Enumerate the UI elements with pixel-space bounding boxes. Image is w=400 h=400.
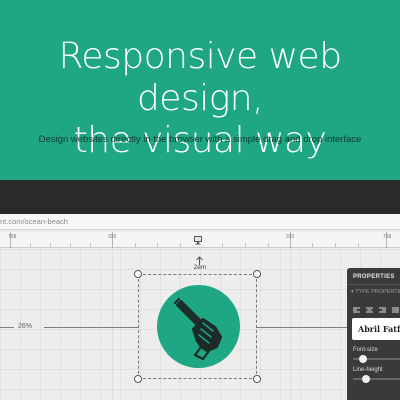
ruler-label: 320 [286, 234, 295, 240]
hero-banner: Responsive web design, the visual way De… [0, 0, 400, 180]
width-guide-right [257, 327, 347, 328]
resize-handle-bottom-right[interactable] [253, 375, 261, 383]
hero-title-line-1: Responsive web design, [58, 36, 342, 119]
address-url: nt.com/ocean-beach [0, 217, 68, 226]
line-height-slider-knob[interactable] [362, 375, 371, 383]
line-height-label: Line-height [353, 367, 383, 373]
resize-handle-bottom-left[interactable] [134, 375, 142, 383]
font-family-select[interactable]: Abril Fatface [352, 318, 400, 340]
align-right-icon[interactable] [379, 301, 386, 313]
address-bar[interactable]: nt.com/ocean-beach [0, 214, 400, 230]
resize-handle-top-right[interactable] [253, 270, 261, 278]
logo-element[interactable] [157, 285, 240, 368]
align-center-icon[interactable] [366, 301, 373, 313]
width-percent-label: 26% [18, 323, 33, 330]
align-justify-icon[interactable] [392, 301, 399, 313]
top-margin-label: 2em [193, 264, 207, 271]
resize-handle-top-left[interactable] [134, 270, 142, 278]
width-guide-left [0, 327, 14, 328]
hero-subtitle: Design websites directly in the browser … [38, 134, 362, 145]
font-size-slider-knob[interactable] [358, 355, 367, 363]
ruler-label: 768 [383, 234, 392, 240]
font-size-label: Font-size [353, 347, 378, 353]
panel-title: PROPERTIES [347, 268, 400, 285]
line-height-slider[interactable] [353, 375, 400, 383]
font-size-slider[interactable] [353, 355, 400, 363]
text-align-group [347, 298, 400, 313]
properties-panel: PROPERTIES ▾ TYPE PROPERTIES Abril Fatfa… [347, 268, 400, 400]
dark-band [0, 180, 400, 214]
align-left-icon[interactable] [353, 301, 360, 313]
type-properties-toggle[interactable]: ▾ TYPE PROPERTIES [347, 285, 400, 298]
pen-in-hand-logo-icon [173, 297, 223, 361]
ruler-label: 768 [8, 234, 17, 240]
monitor-icon[interactable] [193, 235, 203, 245]
ruler-label: 320 [108, 234, 117, 240]
width-guide-left-2 [44, 327, 138, 328]
